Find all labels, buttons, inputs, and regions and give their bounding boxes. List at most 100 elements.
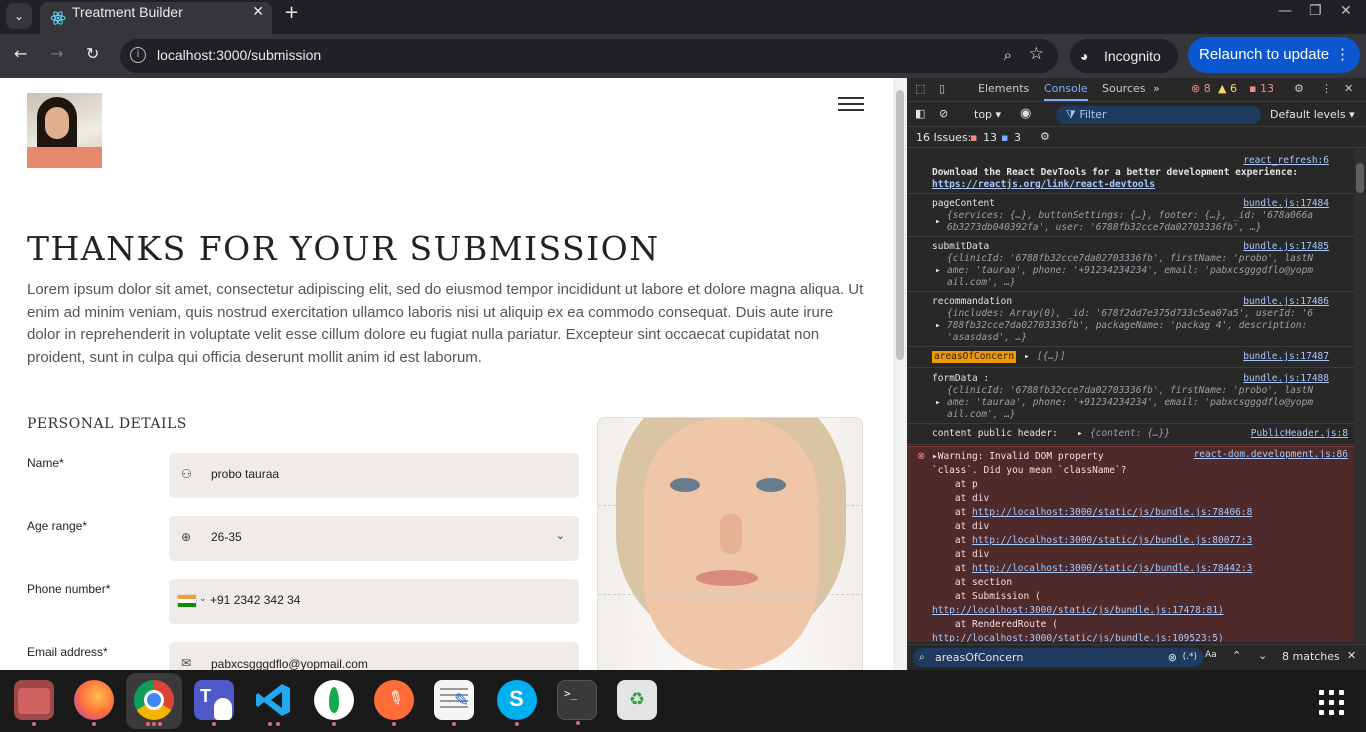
- email-field[interactable]: ✉ pabxcsgggdflo@yopmail.com: [169, 642, 579, 670]
- error-count[interactable]: ⊗ 8: [1191, 82, 1211, 95]
- settings-gear-icon[interactable]: ⚙: [1294, 82, 1304, 95]
- trash-icon[interactable]: ♻: [617, 680, 657, 720]
- tab-search-button[interactable]: ⌄: [6, 3, 32, 29]
- text-editor-icon[interactable]: ✎: [434, 680, 474, 726]
- clear-console-icon[interactable]: ⊘: [939, 107, 948, 120]
- relaunch-button[interactable]: Relaunch to update ⋮: [1188, 37, 1360, 73]
- expand-arrow-icon[interactable]: ▸: [935, 265, 941, 277]
- address-bar[interactable]: i localhost:3000/submission ⌕ ☆: [120, 39, 1058, 73]
- new-tab-button[interactable]: +: [284, 2, 299, 23]
- more-menu-icon[interactable]: ⋮: [1335, 37, 1350, 73]
- back-icon[interactable]: ←: [14, 44, 27, 63]
- log-object[interactable]: 6b3273db040392fa', user: '6788fb32cce7da…: [947, 222, 1262, 234]
- mongodb-compass-icon[interactable]: [314, 680, 354, 726]
- log-object[interactable]: {services: {…}, buttonSettings: {…}, foo…: [947, 210, 1313, 222]
- devtools-menu-icon[interactable]: ⋮: [1321, 82, 1332, 95]
- regex-icon[interactable]: (.*): [1183, 648, 1197, 667]
- expand-arrow-icon[interactable]: ▸: [935, 320, 941, 332]
- tab-elements[interactable]: Elements: [978, 82, 1029, 95]
- close-devtools-icon[interactable]: ✕: [1344, 82, 1353, 95]
- console-scrollbar[interactable]: [1354, 149, 1366, 642]
- restore-icon[interactable]: ❐: [1309, 3, 1322, 19]
- inspect-icon[interactable]: ⬚: [915, 82, 925, 95]
- log-link[interactable]: https://reactjs.org/link/react-devtools: [932, 179, 1155, 191]
- console-filter-input[interactable]: ⧩ Filter: [1056, 106, 1261, 124]
- more-tabs-icon[interactable]: »: [1153, 82, 1160, 95]
- postman-icon[interactable]: ✎: [374, 680, 414, 726]
- log-object[interactable]: 788fb32cce7da02703336fb', packageName: '…: [947, 320, 1307, 332]
- log-object[interactable]: {clinicId: '6788fb32cce7da02703336fb', f…: [947, 385, 1313, 397]
- expand-arrow-icon[interactable]: ▸: [935, 397, 941, 409]
- next-match-icon[interactable]: ⌄: [1258, 649, 1267, 662]
- log-object[interactable]: 'asasdasd', …}: [947, 332, 1027, 344]
- site-info-icon[interactable]: i: [130, 47, 146, 63]
- prev-match-icon[interactable]: ⌃: [1232, 649, 1241, 662]
- expand-arrow-icon[interactable]: ▸: [935, 216, 941, 228]
- firefox-icon[interactable]: [74, 680, 114, 726]
- search-icon: ⌕: [919, 652, 925, 663]
- log-object[interactable]: {content: {…}}: [1090, 428, 1170, 440]
- devtools-panel: ⬚ ▯ Elements Console Sources » ⊗ 8 ▲ 6 ▪…: [907, 78, 1366, 670]
- browser-tab[interactable]: Treatment Builder ✕: [40, 2, 272, 34]
- log-object[interactable]: ame: 'tauraa', phone: '+91234234234', em…: [947, 397, 1313, 409]
- india-flag-icon[interactable]: [177, 594, 197, 608]
- log-object[interactable]: ail.com', …}: [947, 409, 1016, 421]
- log-source[interactable]: bundle.js:17485: [1243, 241, 1329, 252]
- issues-settings-icon[interactable]: ⚙: [1040, 130, 1050, 143]
- close-tab-icon[interactable]: ✕: [252, 4, 264, 20]
- phone-field[interactable]: ⌄ +91 2342 342 34: [169, 579, 579, 624]
- log-source[interactable]: react_refresh:6: [1243, 155, 1329, 166]
- stack-link[interactable]: http://localhost:3000/static/js/bundle.j…: [972, 535, 1252, 546]
- expand-arrow-icon[interactable]: ▸: [1024, 351, 1030, 363]
- vscode-icon[interactable]: [254, 680, 294, 726]
- close-window-icon[interactable]: ✕: [1340, 3, 1352, 19]
- name-field[interactable]: ⚇ probo tauraa: [169, 453, 579, 498]
- zoom-icon[interactable]: ⌕: [1004, 46, 1012, 64]
- case-sensitive-icon[interactable]: Aa: [1205, 650, 1217, 660]
- tab-console[interactable]: Console: [1044, 82, 1088, 101]
- log-source[interactable]: bundle.js:17484: [1243, 198, 1329, 209]
- bookmark-star-icon[interactable]: ☆: [1029, 44, 1044, 64]
- clear-search-icon[interactable]: ⊗: [1168, 648, 1177, 667]
- message-count[interactable]: ▪ 13: [1249, 82, 1274, 95]
- stack-link[interactable]: http://localhost:3000/static/js/bundle.j…: [932, 605, 1224, 616]
- device-toggle-icon[interactable]: ▯: [939, 82, 945, 95]
- log-source[interactable]: bundle.js:17488: [1243, 373, 1329, 384]
- context-select[interactable]: top ▾: [974, 108, 1001, 121]
- stack-link[interactable]: http://localhost:3000/static/js/bundle.j…: [972, 507, 1252, 518]
- forward-icon[interactable]: →: [50, 44, 63, 63]
- phone-value: +91 2342 342 34: [210, 593, 301, 607]
- log-object[interactable]: {clinicId: '6788fb32cce7da02703336fb', f…: [947, 253, 1313, 265]
- page-scrollbar[interactable]: [893, 78, 907, 670]
- minimize-icon[interactable]: —: [1278, 3, 1292, 19]
- log-object[interactable]: [{…}]: [1037, 351, 1066, 363]
- log-source[interactable]: PublicHeader.js:8: [1251, 428, 1348, 439]
- eye-icon[interactable]: ◉: [1020, 106, 1031, 121]
- console-search-input[interactable]: ⌕ areasOfConcern ⊗ (.*): [913, 648, 1203, 667]
- skype-icon[interactable]: S: [497, 680, 537, 726]
- hamburger-menu-icon[interactable]: [838, 97, 864, 111]
- log-object[interactable]: ail.com', …}: [947, 277, 1016, 289]
- show-apps-icon[interactable]: [1319, 690, 1345, 716]
- age-range-select[interactable]: ⊕ 26-35 ⌄: [169, 516, 579, 561]
- chrome-icon[interactable]: [134, 680, 174, 726]
- flag-chevron-icon[interactable]: ⌄: [199, 594, 207, 604]
- incognito-indicator[interactable]: ◕ Incognito: [1070, 39, 1178, 73]
- sidebar-toggle-icon[interactable]: ◧: [915, 107, 925, 120]
- log-source[interactable]: bundle.js:17487: [1243, 351, 1329, 362]
- levels-select[interactable]: Default levels ▾: [1270, 108, 1355, 121]
- warning-count[interactable]: ▲ 6: [1218, 82, 1237, 95]
- log-source[interactable]: bundle.js:17486: [1243, 296, 1329, 307]
- files-icon[interactable]: [14, 680, 54, 726]
- terminal-icon[interactable]: >_: [557, 680, 597, 725]
- teams-icon[interactable]: T: [194, 680, 234, 726]
- issues-bar[interactable]: 16 Issues: ▪ 13 ▪ 3 ⚙: [907, 128, 1366, 148]
- stack-link[interactable]: http://localhost:3000/static/js/bundle.j…: [972, 563, 1252, 574]
- stack-link[interactable]: http://localhost:3000/static/js/bundle.j…: [932, 633, 1224, 642]
- reload-icon[interactable]: ↻: [86, 44, 99, 63]
- log-object[interactable]: {includes: Array(0), _id: '678f2dd7e375d…: [947, 308, 1313, 320]
- tab-sources[interactable]: Sources: [1102, 82, 1146, 95]
- expand-arrow-icon[interactable]: ▸: [1077, 428, 1083, 440]
- log-object[interactable]: ame: 'tauraa', phone: '+91234234234', em…: [947, 265, 1313, 277]
- close-search-icon[interactable]: ✕: [1347, 649, 1356, 662]
